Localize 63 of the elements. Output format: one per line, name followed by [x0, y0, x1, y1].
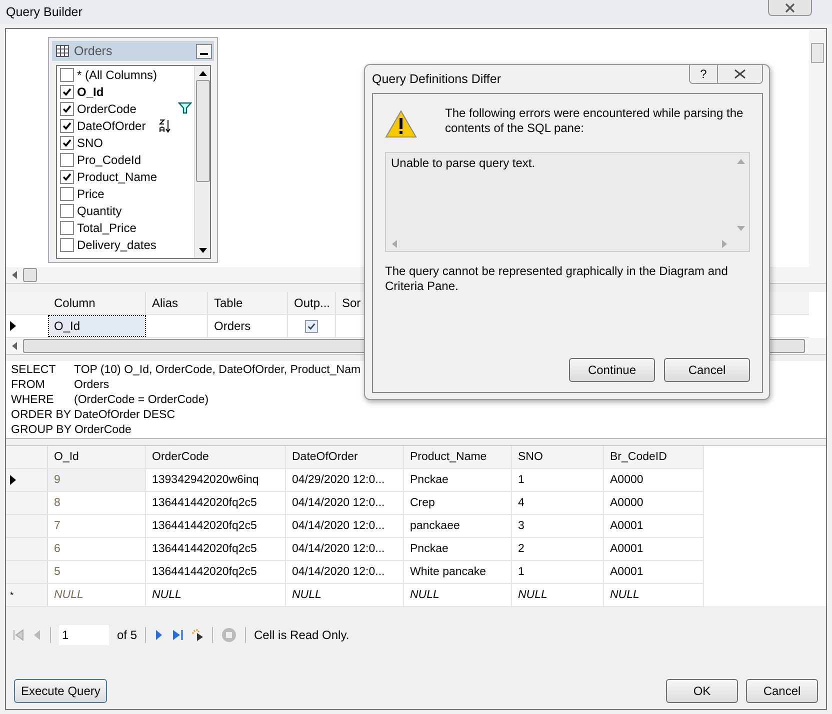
- table-cell: 136441442020fq2c5: [146, 538, 286, 560]
- table-cell: NULL: [512, 584, 604, 606]
- table-cell: 1: [512, 561, 604, 583]
- table-cell: Crep: [404, 492, 512, 514]
- window-title: Query Builder: [6, 5, 82, 19]
- table-cell: 139342942020w6inq: [146, 469, 286, 491]
- table-cell: Pnckae: [404, 469, 512, 491]
- column-name: SNO: [77, 136, 104, 150]
- table-cell: A0000: [604, 469, 704, 491]
- table-cell: 04/14/2020 12:0...: [286, 492, 404, 514]
- sql-text: TOP (10) O_Id, OrderCode, DateOfOrder, Product_Nam: [74, 363, 361, 378]
- table-cell: 2: [512, 538, 604, 560]
- sql-keyword: SELECT: [11, 363, 57, 378]
- table-cell: 9: [48, 469, 146, 491]
- table-cell: panckaee: [404, 515, 512, 537]
- table-cell: 136441442020fq2c5: [146, 492, 286, 514]
- table-cell: 04/14/2020 12:0...: [286, 561, 404, 583]
- sql-text: ORDER BY DateOfOrder DESC: [11, 408, 176, 423]
- details-text: Unable to parse query text.: [390, 155, 536, 172]
- column-name: Price: [77, 186, 104, 200]
- table-cell: NULL: [604, 584, 704, 606]
- table-cell: 136441442020fq2c5: [146, 561, 286, 583]
- column-name: DateOfOrder: [77, 118, 146, 132]
- sql-text: GROUP BY OrderCode: [11, 423, 132, 438]
- table-cell: 1: [512, 469, 604, 491]
- table-cell: 04/29/2020 12:0...: [286, 469, 404, 491]
- sql-text: (OrderCode = OrderCode): [74, 393, 209, 408]
- dialog-title: Query Definitions Differ: [372, 72, 501, 86]
- table-title: Orders: [74, 44, 112, 58]
- table-cell: 04/14/2020 12:0...: [286, 538, 404, 560]
- table-cell: 04/14/2020 12:0...: [286, 515, 404, 537]
- table-cell: NULL: [48, 584, 146, 606]
- sql-keyword: FROM: [11, 378, 46, 393]
- table-cell: 136441442020fq2c5: [146, 515, 286, 537]
- table-cell: 6: [48, 538, 146, 560]
- column-name: * (All Columns): [77, 68, 158, 82]
- column-name: Product_Name: [77, 170, 158, 184]
- table-cell: NULL: [146, 584, 286, 606]
- table-cell: A0001: [604, 561, 704, 583]
- page-count: of 5: [117, 628, 138, 642]
- table-cell: 5: [48, 561, 146, 583]
- status-text: Cell is Read Only.: [254, 628, 350, 642]
- column-name: Total_Price: [77, 220, 136, 234]
- column-name: OrderCode: [77, 102, 136, 116]
- table-cell: 7: [48, 515, 146, 537]
- sql-keyword: WHERE: [11, 393, 55, 408]
- column-name: O_Id: [77, 84, 104, 98]
- column-name: Quantity: [77, 204, 122, 218]
- table-cell: A0001: [604, 538, 704, 560]
- table-cell: NULL: [404, 584, 512, 606]
- table-cell: White pancake: [404, 561, 512, 583]
- table-cell: 3: [512, 515, 604, 537]
- column-name: Delivery_dates: [77, 238, 156, 252]
- column-name: Pro_CodeId: [77, 152, 142, 166]
- table-cell: Pnckae: [404, 538, 512, 560]
- table-cell: A0000: [604, 492, 704, 514]
- table-cell: A0001: [604, 515, 704, 537]
- table-cell: NULL: [286, 584, 404, 606]
- table-cell: 4: [512, 492, 604, 514]
- sql-text: Orders: [74, 378, 110, 393]
- error-message: The following errors were encountered while parsing the contents of the SQL pane:: [445, 106, 744, 136]
- info-message: The query cannot be represented graphically in the Diagram and Criteria Pane.: [385, 264, 729, 294]
- table-cell: 8: [48, 492, 146, 514]
